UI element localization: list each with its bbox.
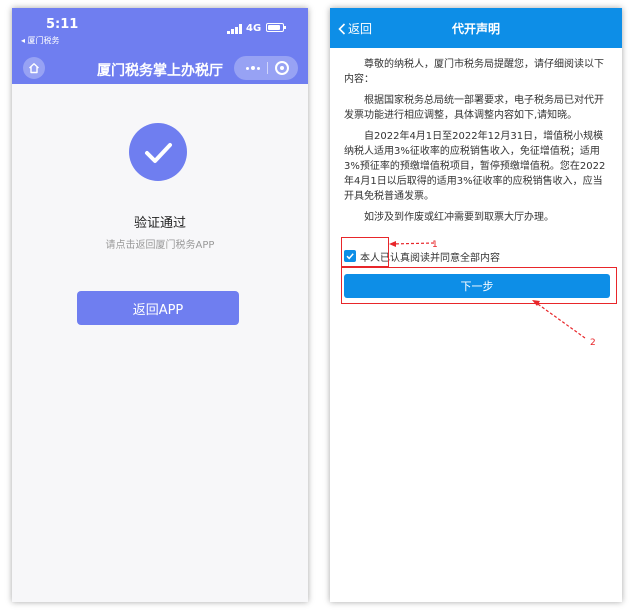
capsule-menu [234,56,298,80]
close-capsule-icon[interactable] [275,61,289,75]
more-dots-icon[interactable] [242,60,264,76]
network-type: 4G [246,23,262,34]
status-time: 5:11 [46,17,79,32]
status-back-app[interactable]: ◂ 厦门税务 [21,35,60,46]
left-phone-screen: 5:11 ◂ 厦门税务 4G 厦门税务掌上办税厅 验证通过 请点击返回厦门税务A… [12,8,308,602]
right-phone-screen: 返回 代开声明 尊敬的纳税人，厦门市税务局提醒您，请仔细阅读以下内容： 根据国家… [330,8,622,602]
annotation-label-2: 2 [590,338,596,348]
result-subtitle: 请点击返回厦门税务APP [105,240,215,251]
annotation-label-1: 1 [432,240,438,250]
battery-icon [266,23,286,32]
signal-icon [227,24,243,34]
annotation-arrows [389,241,586,339]
mini-program-header: 5:11 ◂ 厦门税务 4G 厦门税务掌上办税厅 [12,8,308,84]
capsule-divider [267,62,268,74]
check-icon [145,143,172,163]
success-badge [129,123,187,181]
return-app-button[interactable]: 返回APP [77,291,239,325]
result-title: 验证通过 [133,216,186,231]
